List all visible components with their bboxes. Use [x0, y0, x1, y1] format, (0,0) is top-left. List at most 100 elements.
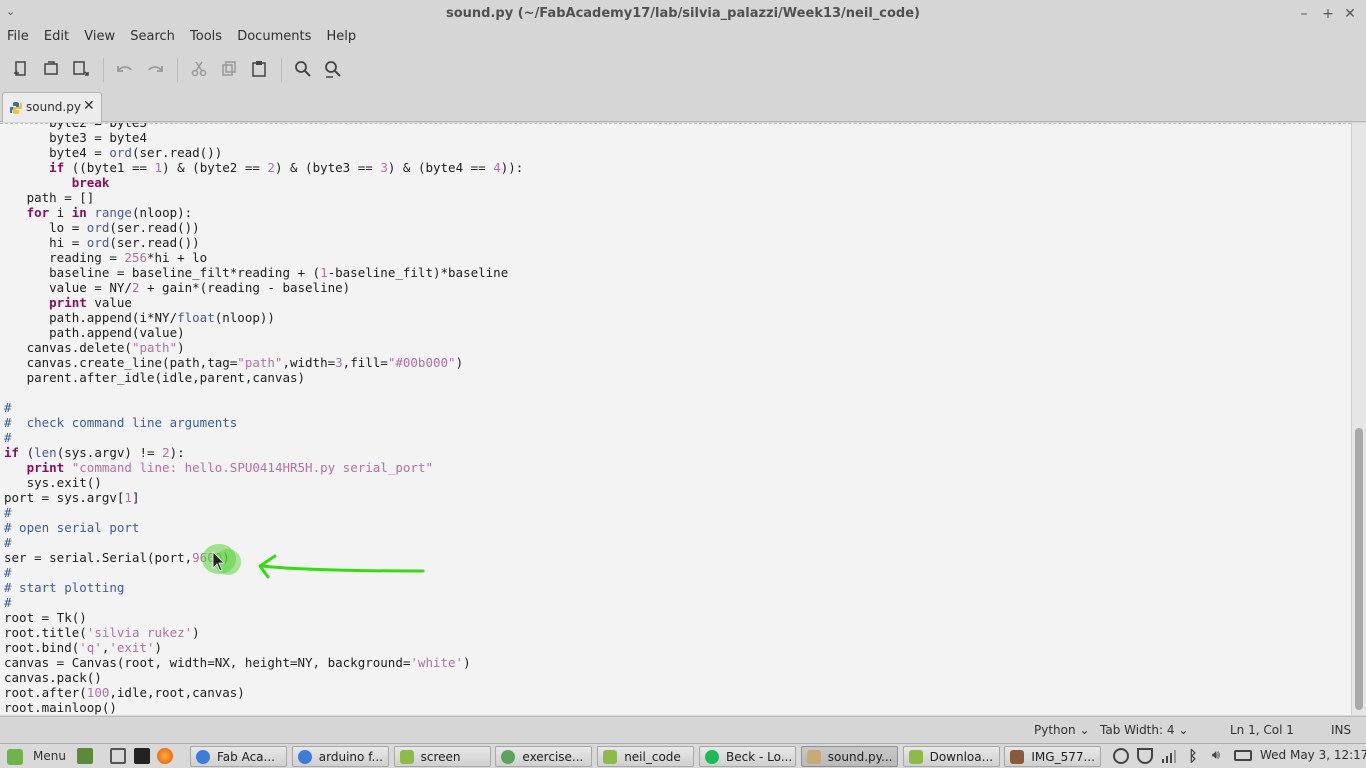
- chrome-app-icon: [501, 750, 516, 764]
- code-line[interactable]: value = NY/2 + gain*(reading - baseline): [4, 280, 523, 295]
- taskbar-item[interactable]: neil_code: [597, 746, 695, 767]
- code-line[interactable]: print "command line: hello.SPU0414HR5H.p…: [4, 460, 523, 475]
- taskbar-item-label: neil_code: [624, 750, 681, 764]
- taskbar-item[interactable]: arduino f...: [291, 746, 389, 767]
- code-line[interactable]: root.bind('q','exit'): [4, 640, 523, 655]
- taskbar-item[interactable]: IMG_577...: [1004, 746, 1102, 767]
- menu-label: Menu: [33, 749, 66, 763]
- code-line[interactable]: parent.after_idle(idle,parent,canvas): [4, 370, 523, 385]
- menu-documents[interactable]: Documents: [237, 28, 311, 46]
- show-desktop-icon[interactable]: [77, 748, 93, 764]
- terminal-launcher-icon[interactable]: [134, 748, 150, 764]
- code-line[interactable]: print value: [4, 295, 523, 310]
- taskbar-item[interactable]: exercise...: [495, 746, 593, 767]
- menu-search[interactable]: Search: [130, 28, 175, 46]
- code-line[interactable]: #: [4, 505, 523, 520]
- code-line[interactable]: if (len(sys.argv) != 2):: [4, 445, 523, 460]
- settings-gear-icon[interactable]: [1113, 748, 1129, 764]
- code-line[interactable]: #: [4, 430, 523, 445]
- file-manager-launcher-icon[interactable]: [110, 748, 126, 764]
- editor-scrollbar[interactable]: [1351, 123, 1366, 715]
- code-line[interactable]: canvas.pack(): [4, 670, 523, 685]
- menu-help[interactable]: Help: [326, 28, 356, 46]
- code-line[interactable]: byte4 = ord(ser.read()): [4, 145, 523, 160]
- insert-mode: INS: [1331, 723, 1352, 737]
- code-line[interactable]: lo = ord(ser.read()): [4, 220, 523, 235]
- code-line[interactable]: path.append(value): [4, 325, 523, 340]
- language-selector[interactable]: Python ⌄: [1034, 723, 1090, 737]
- code-line[interactable]: baseline = baseline_filt*reading + (1-ba…: [4, 265, 523, 280]
- code-line[interactable]: root.mainloop(): [4, 700, 523, 715]
- paste-icon[interactable]: [248, 58, 270, 80]
- code-line[interactable]: # open serial port: [4, 520, 523, 535]
- taskbar: Menu Fab Aca... arduino f... screen exercis…: [0, 743, 1366, 768]
- code-line[interactable]: if ((byte1 == 1) & (byte2 == 2) & (byte3…: [4, 160, 523, 175]
- find-replace-icon[interactable]: [322, 58, 344, 80]
- redo-icon[interactable]: [144, 58, 166, 80]
- taskbar-item[interactable]: Downloa...: [902, 746, 1000, 767]
- code-line[interactable]: byte3 = byte4: [4, 130, 523, 145]
- taskbar-item[interactable]: Beck - Lo...: [699, 746, 796, 767]
- code-line[interactable]: canvas = Canvas(root, width=NX, height=N…: [4, 655, 523, 670]
- tab-sound-py[interactable]: sound.py ✕: [2, 92, 102, 122]
- code-line[interactable]: #: [4, 565, 523, 580]
- code-line[interactable]: sys.exit(): [4, 475, 523, 490]
- find-icon[interactable]: [292, 58, 314, 80]
- taskbar-item[interactable]: screen: [393, 746, 491, 767]
- menu-edit[interactable]: Edit: [44, 28, 69, 46]
- undo-icon[interactable]: [114, 58, 136, 80]
- minimize-button[interactable]: –: [1294, 4, 1314, 24]
- code-line[interactable]: path.append(i*NY/float(nloop)): [4, 310, 523, 325]
- clock[interactable]: Wed May 3, 12:17: [1260, 748, 1366, 762]
- code-line[interactable]: #: [4, 535, 523, 550]
- code-editor[interactable]: byte2 = byte3 byte3 = byte4 byte4 = ord(…: [0, 123, 1351, 715]
- taskbar-item-label: Downloa...: [929, 750, 994, 764]
- code-line[interactable]: root.title('silvia rukez'): [4, 625, 523, 640]
- code-line[interactable]: for i in range(nloop):: [4, 205, 523, 220]
- firefox-launcher-icon[interactable]: [157, 748, 173, 764]
- code-line[interactable]: root = Tk(): [4, 610, 523, 625]
- code-line[interactable]: ser = serial.Serial(port,9600): [4, 550, 523, 565]
- scrollbar-thumb[interactable]: [1355, 428, 1363, 710]
- code-line[interactable]: canvas.create_line(path,tag="path",width…: [4, 355, 523, 370]
- code-line[interactable]: #: [4, 595, 523, 610]
- window-title: sound.py (~/FabAcademy17/lab/silvia_pala…: [446, 6, 920, 21]
- menu-file[interactable]: File: [7, 28, 29, 46]
- menu-view[interactable]: View: [84, 28, 115, 46]
- spotify-icon: [705, 750, 719, 764]
- taskbar-item[interactable]: Fab Aca...: [190, 746, 287, 767]
- code-line[interactable]: # check command line arguments: [4, 415, 523, 430]
- title-bar: ⌄ sound.py (~/FabAcademy17/lab/silvia_pa…: [0, 0, 1366, 28]
- code-line[interactable]: #: [4, 400, 523, 415]
- tab-width-selector[interactable]: Tab Width: 4 ⌄: [1100, 723, 1188, 737]
- copy-icon[interactable]: [218, 58, 240, 80]
- taskbar-item-label: IMG_577...: [1031, 750, 1095, 764]
- code-line[interactable]: reading = 256*hi + lo: [4, 250, 523, 265]
- menu-tools[interactable]: Tools: [190, 28, 222, 46]
- python-file-icon: [9, 101, 23, 115]
- code-line[interactable]: # start plotting: [4, 580, 523, 595]
- code-line[interactable]: port = sys.argv[1]: [4, 490, 523, 505]
- code-line[interactable]: canvas.delete("path"): [4, 340, 523, 355]
- code-line[interactable]: break: [4, 175, 523, 190]
- maximize-button[interactable]: +: [1318, 4, 1338, 24]
- shield-icon[interactable]: [1137, 748, 1153, 764]
- code-line[interactable]: hi = ord(ser.read()): [4, 235, 523, 250]
- code-line[interactable]: byte2 = byte3: [4, 123, 523, 130]
- code-line[interactable]: path = []: [4, 190, 523, 205]
- new-document-icon[interactable]: [10, 58, 32, 80]
- cut-icon[interactable]: [188, 58, 210, 80]
- code-text[interactable]: byte2 = byte3 byte3 = byte4 byte4 = ord(…: [4, 123, 523, 715]
- close-window-button[interactable]: ✕: [1340, 4, 1360, 24]
- bluetooth-icon[interactable]: ᛒ: [1185, 748, 1201, 764]
- save-document-icon[interactable]: [70, 58, 92, 80]
- code-line[interactable]: root.after(100,idle,root,canvas): [4, 685, 523, 700]
- open-document-icon[interactable]: [40, 58, 62, 80]
- volume-icon[interactable]: 🔊︎: [1208, 748, 1224, 764]
- code-line[interactable]: [4, 385, 523, 400]
- taskbar-item[interactable]: sound.py...: [800, 746, 898, 767]
- network-signal-icon[interactable]: [1160, 748, 1176, 764]
- tab-close-icon[interactable]: ✕: [83, 98, 95, 114]
- battery-icon[interactable]: [1234, 750, 1252, 761]
- taskbar-item-label: Fab Aca...: [217, 750, 275, 764]
